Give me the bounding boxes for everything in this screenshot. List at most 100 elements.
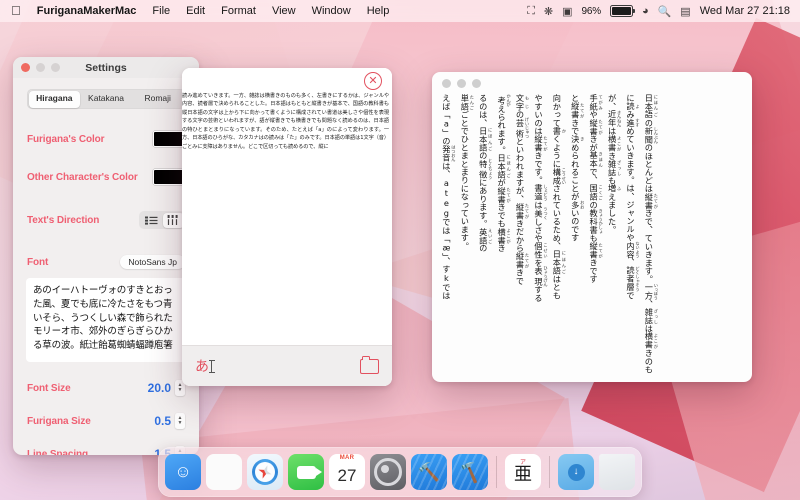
menu-item-window[interactable]: Window (304, 0, 359, 22)
ruby-text: 個性こせい (533, 242, 543, 258)
horizontal-text-content: 読み進めていきます。一方、雑誌は横書きのものも多く、左書きにするかは、ジャンルや… (182, 92, 392, 340)
plain-text: の (644, 119, 654, 127)
furigana-size-value: 0.5 (154, 414, 171, 428)
gear-icon (374, 458, 402, 486)
horizontal-window-titlebar[interactable]: ✕ (182, 68, 392, 92)
menu-item-edit[interactable]: Edit (178, 0, 213, 22)
bluetooth-icon[interactable]: ❋ (544, 5, 553, 18)
ruby-text: 縦書たてが (533, 135, 543, 151)
dock-item-facetime[interactable] (288, 454, 324, 490)
dock-separator (549, 456, 550, 488)
furigana-size-stepper[interactable]: ▲▼ (175, 413, 185, 429)
plain-text: で (625, 291, 635, 299)
plain-text: は (552, 275, 562, 283)
vertical-text-column: は、ジャンルや内容ないよう、読者層どくしゃそうで (622, 184, 640, 299)
ruby-text: 横書よこが (497, 228, 507, 244)
ruby-text: 構成こうせい (552, 168, 562, 185)
dock-item-finder[interactable]: ☺ (165, 454, 201, 490)
dock-item-trash[interactable] (599, 454, 635, 490)
apple-menu-icon[interactable]:  (9, 0, 29, 22)
ruby-text: 美うつく (533, 209, 543, 218)
minimize-button[interactable] (457, 79, 466, 88)
furigana-size-label: Furigana Size (27, 416, 91, 427)
battery-icon[interactable] (610, 5, 633, 17)
dock-item-safari[interactable] (247, 454, 283, 490)
dock-item-xcode[interactable]: 🔨 (411, 454, 447, 490)
dock-item-system-preferences[interactable] (370, 454, 406, 490)
segment-romaji[interactable]: Romaji (132, 91, 184, 108)
furigana-color-swatch[interactable] (153, 131, 185, 147)
plain-text: み (625, 110, 635, 118)
plain-text: い (644, 242, 654, 250)
search-icon[interactable]: 🔍 (658, 5, 672, 18)
vertical-text-column: えば「a」の発音はつおんは、ategでは「æ」、すkでは (438, 94, 456, 300)
ruby-text: 縦書たてが (589, 119, 599, 135)
other-color-label: Other Character's Color (27, 172, 138, 183)
close-button[interactable] (442, 79, 451, 88)
plain-text: ます。 (644, 258, 654, 283)
kana-mode-segmented-control[interactable]: Hiragana Katakana Romaji (27, 89, 185, 109)
ruby-text: 日本にほん (644, 94, 654, 110)
vertical-text-column: 日本にほん語ごの新聞しんぶんのほとんどは縦書たてがきで、 (640, 94, 658, 234)
plain-text: すkでは (441, 265, 451, 300)
plain-text: 「æ」、 (441, 234, 451, 265)
vertical-text-column: と縦書たてがきで決きめられることが多おおいのです (567, 94, 585, 242)
other-color-row: Other Character's Color (23, 169, 189, 185)
settings-titlebar[interactable]: Settings (13, 57, 199, 78)
plain-text: き (497, 244, 507, 252)
ruby-text: 新聞しんぶん (644, 127, 654, 144)
menu-item-help[interactable]: Help (359, 0, 398, 22)
font-size-label: Font Size (27, 383, 71, 394)
maximize-button[interactable] (472, 79, 481, 88)
dock-item-launchpad[interactable] (206, 454, 242, 490)
plain-text: い (533, 110, 543, 118)
plain-text: え (497, 105, 507, 113)
control-center-icon[interactable]: ▤ (680, 5, 690, 18)
vertical-window-titlebar[interactable] (432, 72, 752, 94)
font-select[interactable]: NotoSans Jp (120, 255, 185, 269)
ruby-text: 縦書たてが (644, 193, 654, 209)
vertical-text-icon[interactable] (163, 213, 184, 228)
plain-text: きです。 (533, 151, 543, 184)
vertical-text-column: 手紙てがみや縦書たてがきが基本きほんで、国語こくごの教科書きょうかしょも縦書たて… (585, 94, 603, 283)
segment-hiragana[interactable]: Hiragana (29, 91, 81, 108)
plain-text: 、 (625, 192, 635, 200)
ruby-text: 縦書たてが (515, 252, 525, 268)
other-color-swatch[interactable] (153, 169, 185, 185)
ruby-text: 進すす (625, 119, 635, 127)
menu-item-format[interactable]: Format (213, 0, 264, 22)
menu-app-name[interactable]: FuriganaMakerMac (29, 5, 145, 17)
segment-katakana[interactable]: Katakana (80, 91, 132, 108)
ruby-text: 近年きんねん (607, 110, 617, 127)
ruby-text: 内容ないよう (625, 242, 635, 259)
plain-text: められることが (570, 143, 580, 200)
ruby-text: 考かんが (497, 94, 507, 105)
wifi-icon[interactable]: ◕ (642, 5, 649, 17)
text-direction-group[interactable] (139, 211, 185, 229)
menu-item-file[interactable]: File (144, 0, 178, 22)
dock-item-furigana-maker[interactable]: ア 亜 (505, 454, 541, 490)
folder-open-icon[interactable] (360, 359, 379, 374)
airplay-icon[interactable]: ▣ (562, 5, 572, 18)
plain-text: きで、 (644, 209, 654, 234)
menu-clock[interactable]: Wed Mar 27 21:18 (700, 5, 790, 17)
plain-text: や (589, 110, 599, 118)
vertical-text-column: 向かって書かくように構成こうせいされているため、日本語にほんごはとも (548, 94, 566, 299)
plain-text: 「a」の (441, 110, 451, 145)
ruby-text: 一方いっぽう (644, 283, 654, 300)
font-label: Font (27, 257, 48, 268)
ruby-text: 基本きほん (589, 151, 599, 167)
close-icon[interactable]: ✕ (364, 72, 382, 90)
dock-item-calendar[interactable]: MAR 27 (329, 454, 365, 490)
ruby-text: 書道しょどう (533, 184, 543, 201)
hiragana-input-icon[interactable]: あ (195, 356, 212, 376)
ruby-text: 単語たんご (460, 94, 470, 110)
horizontal-text-icon[interactable] (141, 213, 162, 228)
screen-share-icon[interactable]: ⛶ (527, 5, 535, 18)
menu-item-view[interactable]: View (264, 0, 304, 22)
dock-item-downloads[interactable]: ↓ (558, 454, 594, 490)
dock-item-xcode-beta[interactable]: 🔨 (452, 454, 488, 490)
download-arrow-icon: ↓ (568, 464, 585, 481)
ruby-text: 増ふ (607, 184, 617, 192)
plain-text: めていきます。 (625, 127, 635, 184)
